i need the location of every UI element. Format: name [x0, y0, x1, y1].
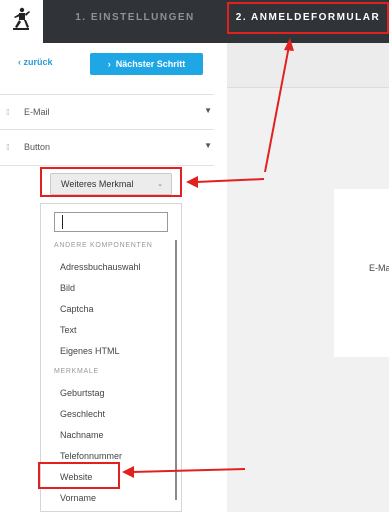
- annotation-box-website: [38, 462, 120, 489]
- back-link[interactable]: ‹ zurück: [18, 57, 53, 67]
- dropdown-item[interactable]: Text: [60, 325, 77, 335]
- annotation-box-add-button: [40, 167, 182, 197]
- caret-down-icon[interactable]: ▼: [204, 141, 212, 150]
- back-label: zurück: [23, 57, 53, 67]
- dropdown-item[interactable]: Captcha: [60, 304, 94, 314]
- chevron-left-icon: ‹: [18, 57, 21, 67]
- dropdown-scrollbar[interactable]: [175, 240, 177, 500]
- chevron-right-icon: ›: [107, 59, 111, 69]
- tab-einstellungen[interactable]: 1. EINSTELLUNGEN: [43, 0, 227, 43]
- drag-handle-icon[interactable]: ⁞⁞: [6, 108, 10, 117]
- annotation-box-tab: [227, 2, 389, 34]
- dropdown-item[interactable]: Vorname: [60, 493, 96, 503]
- form-preview-card: E-Ma: [334, 189, 389, 357]
- dropdown-item[interactable]: Telefonnummer: [60, 451, 122, 461]
- field-label: E-Mail: [24, 107, 50, 117]
- drag-handle-icon[interactable]: ⁞⁞: [6, 143, 10, 152]
- dropdown-item[interactable]: Bild: [60, 283, 75, 293]
- logo[interactable]: [0, 0, 43, 43]
- preview-field-label: E-Ma: [369, 263, 389, 273]
- caret-down-icon[interactable]: ▼: [204, 106, 212, 115]
- dropdown-item[interactable]: Geburtstag: [60, 388, 105, 398]
- running-man-icon: [13, 7, 30, 30]
- preview-header: [227, 43, 389, 88]
- dropdown-item[interactable]: Adressbuchauswahl: [60, 262, 141, 272]
- text-cursor: [62, 215, 63, 229]
- dropdown-search-input[interactable]: [54, 212, 168, 232]
- left-panel: ‹ zurück › Nächster Schritt ⁞⁞ E-Mail ▼ ⁞…: [0, 43, 227, 512]
- dropdown-item[interactable]: Nachname: [60, 430, 104, 440]
- field-label: Button: [24, 142, 51, 152]
- next-step-label: Nächster Schritt: [115, 59, 186, 69]
- dropdown-item[interactable]: Eigenes HTML: [60, 346, 120, 356]
- section-header: MERKMALE: [54, 368, 99, 375]
- divider: [0, 165, 214, 166]
- section-header: ANDERE KOMPONENTEN: [54, 242, 153, 249]
- field-row-email[interactable]: ⁞⁞ E-Mail ▼: [0, 95, 214, 129]
- field-row-button[interactable]: ⁞⁞ Button ▼: [0, 130, 214, 164]
- next-step-button[interactable]: › Nächster Schritt: [90, 53, 203, 75]
- preview-panel: E-Ma: [227, 43, 389, 512]
- dropdown-item[interactable]: Geschlecht: [60, 409, 105, 419]
